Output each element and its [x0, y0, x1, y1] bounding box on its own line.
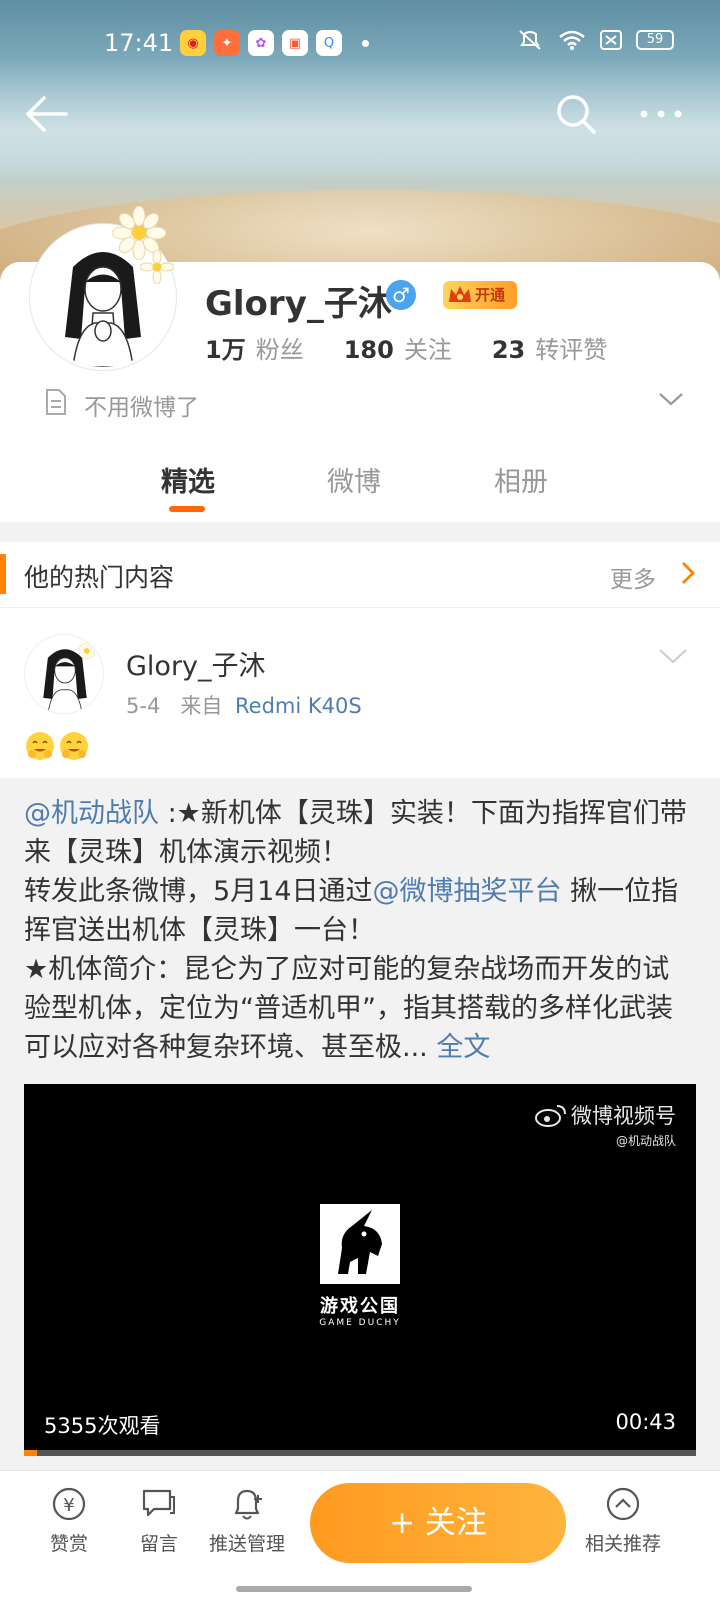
mention-link[interactable]: @机动战队: [24, 798, 159, 829]
search-button[interactable]: [552, 90, 600, 138]
status-bar: 17:41 ◉ ✦ ✿ ▣ Q 59: [0, 20, 720, 70]
message-button[interactable]: 留言: [114, 1485, 204, 1556]
top-navigation: [0, 90, 720, 140]
repost-text-part: ★机体简介：昆仑为了应对可能的复杂战场而开发的试验型机体，定位为“普适机甲”，指…: [24, 954, 673, 1063]
hug-emoji-icon: [60, 732, 88, 760]
post-header: Glory_子沐 5-4 来自 Redmi K40S: [0, 608, 720, 778]
home-indicator[interactable]: [236, 1586, 472, 1592]
post-author-name[interactable]: Glory_子沐: [126, 644, 266, 683]
post-date: 5-4: [126, 694, 161, 718]
svg-text:¥: ¥: [63, 1495, 74, 1516]
shortcut-app-icon: ✦: [214, 30, 240, 56]
likes-count: 23: [491, 336, 526, 364]
repost-body[interactable]: @机动战队 :★新机体【灵珠】实装！下面为指挥官们带来【灵珠】机体演示视频！ 转…: [0, 778, 720, 1470]
bio-text: 不用微博了: [84, 395, 199, 421]
message-label: 留言: [139, 1533, 178, 1555]
follow-button[interactable]: + 关注: [310, 1483, 566, 1563]
more-options-button[interactable]: [636, 96, 686, 132]
video-progress-fill: [24, 1450, 38, 1456]
sim-off-icon: [600, 30, 622, 50]
chevron-right-icon[interactable]: [680, 560, 696, 586]
followers-stat[interactable]: 1万 粉丝: [205, 330, 304, 365]
profile-tabs: 精选 微博 相册: [0, 450, 720, 518]
mention-link[interactable]: @微博抽奖平台: [373, 876, 562, 907]
wifi-icon: [559, 30, 585, 50]
battery-indicator: 59: [636, 30, 674, 50]
logo-name: 游戏公国: [320, 1296, 400, 1317]
small-flower-decoration-icon: [140, 250, 174, 284]
profile-username: Glory_子沐: [205, 284, 392, 324]
more-link[interactable]: 更多: [610, 560, 656, 594]
post-source-device[interactable]: Redmi K40S: [235, 694, 362, 718]
related-recommend-label: 相关推荐: [584, 1533, 661, 1555]
likes-stat[interactable]: 23 转评赞: [492, 330, 607, 365]
bottom-action-bar: ¥ 赞赏 留言 推送管理 + 关注 相关推荐: [0, 1470, 720, 1600]
push-manage-button[interactable]: 推送管理: [202, 1485, 292, 1556]
reward-label: 赞赏: [49, 1533, 88, 1555]
video-progress-bar[interactable]: [24, 1450, 696, 1456]
likes-label: 转评赞: [535, 336, 608, 364]
chevron-down-icon: [659, 393, 683, 406]
watermark-title: 微博视频号: [571, 1104, 676, 1128]
watermark-subtitle: @机动战队: [615, 1134, 676, 1148]
crown-icon: [449, 286, 471, 302]
following-label: 关注: [403, 336, 452, 364]
mute-icon: [519, 30, 541, 50]
tab-featured[interactable]: 精选: [161, 460, 215, 499]
hot-content-title: 他的热门内容: [24, 563, 175, 592]
tab-album[interactable]: 相册: [494, 460, 548, 499]
document-icon: [46, 389, 66, 415]
notification-icons: ◉ ✦ ✿ ▣ Q: [180, 30, 369, 56]
tab-weibo[interactable]: 微博: [327, 460, 381, 499]
repost-text-part: 转发此条微博，5月14日通过: [24, 876, 373, 907]
more-dots-icon: [640, 110, 682, 118]
video-duration: 00:43: [615, 1410, 676, 1434]
search-app-icon: Q: [316, 30, 342, 56]
chevron-up-circle-icon: [606, 1487, 640, 1521]
post-meta: 5-4 来自 Redmi K40S: [126, 690, 362, 720]
message-bubble-icon: [142, 1489, 175, 1517]
video-center-logo: 游戏公国 GAME DUCHY: [292, 1204, 428, 1340]
followers-count: 1万: [205, 336, 246, 364]
push-manage-label: 推送管理: [208, 1533, 285, 1555]
view-count: 5355次观看: [44, 1414, 161, 1438]
post-options-chevron-icon[interactable]: [658, 646, 688, 666]
vip-open-badge[interactable]: 开通: [443, 281, 517, 309]
reward-button[interactable]: ¥ 赞赏: [24, 1485, 114, 1556]
weibo-logo-icon: [535, 1105, 566, 1127]
reward-coin-icon: ¥: [52, 1487, 86, 1521]
back-button[interactable]: [22, 92, 70, 136]
profile-stats: 1万 粉丝 180 关注 23 转评赞: [205, 330, 647, 365]
hug-emoji-icon: [26, 732, 54, 760]
hot-content-header: 他的热门内容 更多: [0, 542, 720, 608]
bio-row[interactable]: 不用微博了: [44, 386, 684, 422]
post-author-avatar[interactable]: [24, 634, 104, 714]
unicorn-logo-icon: [320, 1204, 400, 1284]
more-notifications-dot: [362, 40, 369, 47]
logo-subtitle: GAME DUCHY: [319, 1318, 401, 1328]
status-time: 17:41: [104, 29, 174, 57]
repost-text: @机动战队 :★新机体【灵珠】实装！下面为指挥官们带来【灵珠】机体演示视频！ 转…: [24, 794, 694, 1067]
following-stat[interactable]: 180 关注: [344, 330, 452, 365]
followers-label: 粉丝: [255, 336, 304, 364]
video-player[interactable]: 微博视频号 @机动战队 游戏公国 GAME DUCHY 5355次观看 00:4…: [24, 1084, 696, 1456]
related-recommend-button[interactable]: 相关推荐: [578, 1485, 668, 1556]
video-watermark: 微博视频号 @机动战队: [535, 1100, 676, 1149]
gender-male-icon: ♂: [386, 280, 416, 310]
following-count: 180: [343, 336, 394, 364]
post-emojis: [24, 730, 90, 762]
search-icon: [557, 95, 596, 134]
back-arrow-icon: [26, 96, 68, 132]
paint-app-icon: ✿: [248, 30, 274, 56]
bell-plus-icon: [234, 1489, 262, 1520]
active-tab-indicator: [169, 506, 205, 512]
status-right: 59: [516, 28, 674, 52]
vip-label: 开通: [475, 286, 506, 304]
game-app-icon: ▣: [282, 30, 308, 56]
post-source-prefix: 来自: [180, 694, 223, 718]
weibo-app-icon: ◉: [180, 30, 206, 56]
section-accent-bar: [0, 554, 6, 594]
post-avatar-illustration: [25, 635, 103, 713]
full-text-link[interactable]: 全文: [428, 1032, 490, 1063]
